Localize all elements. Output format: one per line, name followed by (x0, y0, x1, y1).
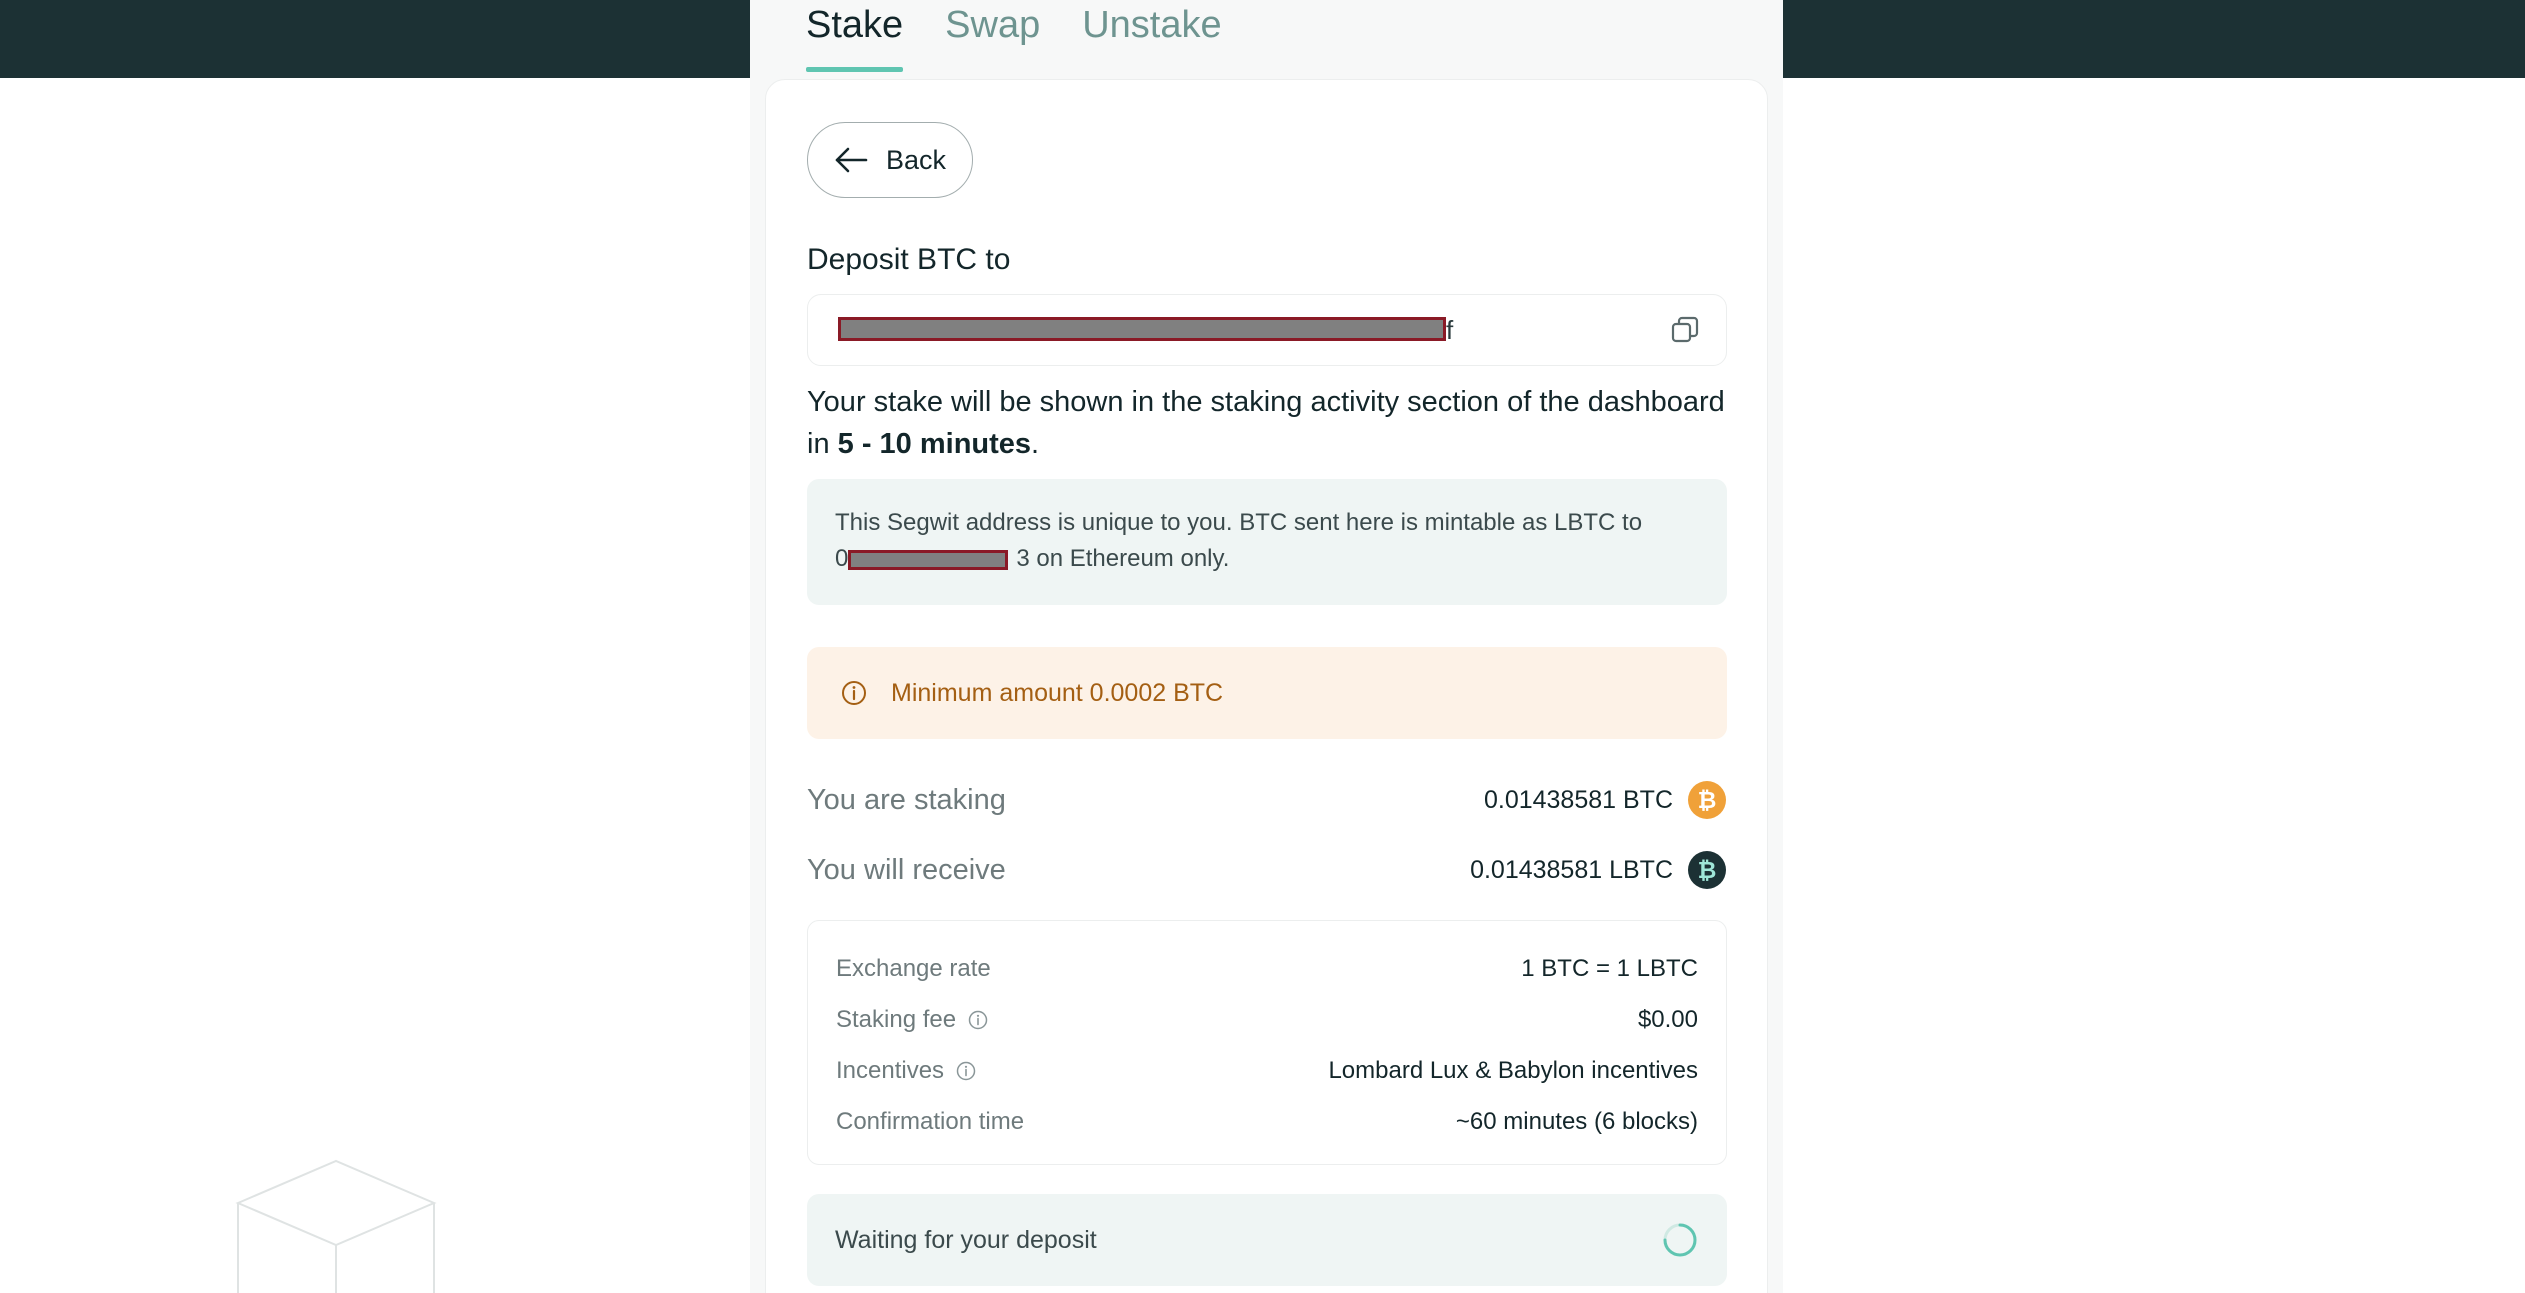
staking-value-group: 0.01438581 BTC ₿ (1484, 780, 1727, 820)
segwit-info-suffix: on Ethereum only. (1029, 545, 1230, 572)
receive-amount-row: You will receive 0.01438581 LBTC ₿ (807, 848, 1727, 892)
detail-row-staking-fee: Staking fee $0.00 (836, 1000, 1698, 1040)
arrow-left-icon (835, 147, 868, 173)
btc-coin-icon: ₿ (1688, 781, 1726, 819)
deposit-card: Back Deposit BTC to f Your stake will be… (765, 79, 1768, 1293)
receive-value-group: 0.01438581 LBTC ₿ (1470, 850, 1727, 890)
receive-value: 0.01438581 LBTC (1470, 855, 1673, 884)
staking-value: 0.01438581 BTC (1483, 785, 1673, 814)
eth-address-start: 0 (835, 545, 849, 572)
staking-panel: Stake Swap Unstake Back Deposit BTC to f… (750, 0, 1783, 1293)
tab-swap[interactable]: Swap (945, 0, 1040, 72)
stake-note-suffix: . (1031, 428, 1040, 460)
detail-row-incentives: Incentives Lombard Lux & Babylon incenti… (836, 1051, 1698, 1091)
info-circle-icon (842, 681, 866, 705)
stake-visibility-note: Your stake will be shown in the staking … (807, 381, 1737, 465)
detail-value: $0.00 (1637, 1006, 1698, 1033)
waiting-text: Waiting for your deposit (835, 1225, 1097, 1254)
info-icon[interactable] (968, 1010, 988, 1030)
detail-label-text: Confirmation time (836, 1108, 1025, 1135)
tab-unstake[interactable]: Unstake (1082, 0, 1221, 72)
stake-note-duration: 5 - 10 minutes (837, 428, 1032, 460)
receive-label: You will receive (807, 853, 1006, 886)
transaction-details: Exchange rate 1 BTC = 1 LBTC Staking fee… (807, 920, 1727, 1165)
staking-label: You are staking (807, 783, 1006, 816)
info-icon[interactable] (956, 1061, 976, 1081)
segwit-info-line1: This Segwit address is unique to you. BT… (835, 509, 1643, 536)
segwit-info-line2: 0 3 on Ethereum only. (835, 541, 1699, 577)
back-button[interactable]: Back (807, 122, 973, 198)
detail-row-exchange-rate: Exchange rate 1 BTC = 1 LBTC (836, 949, 1698, 989)
detail-label: Incentives (836, 1057, 976, 1085)
spinner-icon (1663, 1223, 1697, 1257)
deposit-address-field[interactable]: f (807, 294, 1727, 366)
minimum-amount-warning: Minimum amount 0.0002 BTC (807, 647, 1727, 739)
tab-bar: Stake Swap Unstake (806, 0, 1222, 78)
eth-address-end: 3 (1016, 545, 1030, 572)
decorative-cube-icon (235, 1159, 437, 1293)
copy-icon[interactable] (1670, 315, 1700, 345)
svg-text:₿: ₿ (1698, 788, 1717, 814)
tab-stake[interactable]: Stake (806, 0, 904, 72)
detail-row-confirmation-time: Confirmation time ~60 minutes (6 blocks) (836, 1102, 1698, 1142)
minimum-amount-text: Minimum amount 0.0002 BTC (891, 678, 1224, 707)
svg-text:₿: ₿ (1698, 858, 1717, 884)
deposit-label: Deposit BTC to (807, 243, 1011, 276)
staking-amount-row: You are staking 0.01438581 BTC ₿ (807, 778, 1727, 822)
detail-value: Lombard Lux & Babylon incentives (1328, 1057, 1698, 1084)
detail-label: Exchange rate (836, 955, 991, 983)
detail-label-text: Incentives (836, 1057, 945, 1084)
detail-label-text: Staking fee (836, 1006, 957, 1033)
detail-label-text: Exchange rate (836, 955, 991, 982)
detail-value: ~60 minutes (6 blocks) (1455, 1108, 1698, 1135)
detail-label: Staking fee (836, 1006, 988, 1034)
segwit-info-box: This Segwit address is unique to you. BT… (807, 479, 1727, 605)
waiting-deposit-status: Waiting for your deposit (807, 1194, 1727, 1286)
detail-value: 1 BTC = 1 LBTC (1521, 955, 1698, 982)
eth-address-redaction (848, 549, 1009, 570)
address-redaction (838, 317, 1446, 341)
address-tail: f (1446, 315, 1454, 345)
detail-label: Confirmation time (836, 1108, 1024, 1136)
back-button-label: Back (885, 144, 947, 175)
lbtc-coin-icon: ₿ (1688, 851, 1726, 889)
